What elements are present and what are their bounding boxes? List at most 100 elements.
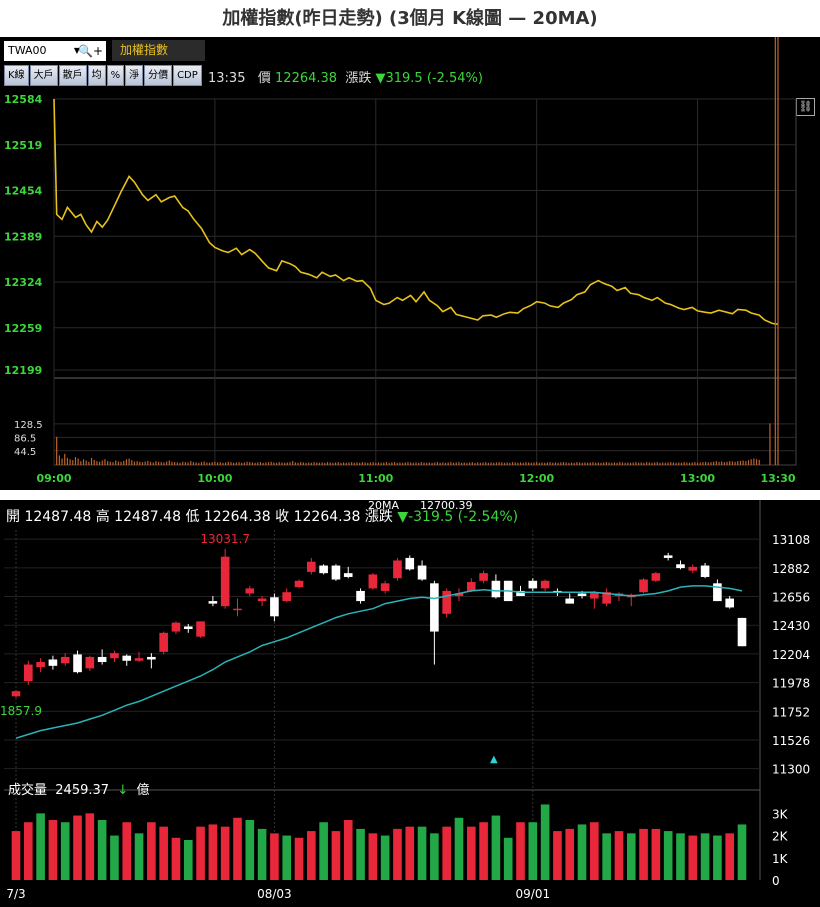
x-tick-label: 08/03 — [257, 887, 292, 901]
volume-bar — [208, 824, 218, 880]
candle-body — [319, 565, 328, 574]
close-value: 12264.38 — [293, 509, 361, 525]
volume-bar — [454, 817, 464, 880]
volume-bar — [319, 822, 328, 880]
volume-bar — [651, 828, 661, 880]
volume-bar — [171, 837, 181, 880]
y-tick-label: 11300 — [772, 763, 810, 777]
candle-body — [159, 632, 168, 652]
y-tick-label: 11526 — [772, 734, 810, 748]
volume-bar — [36, 813, 45, 880]
y-tick-label: 11752 — [772, 705, 810, 719]
candle-body — [134, 658, 144, 661]
volume-y-tick: 128.5 — [14, 420, 43, 431]
candle-body — [663, 555, 673, 558]
y-tick-label: 12259 — [4, 322, 42, 335]
volume-bar — [565, 828, 575, 880]
candle-body — [183, 626, 193, 630]
candle-body — [393, 560, 402, 579]
high-value: 12487.48 — [114, 509, 181, 525]
candle-body — [380, 583, 390, 591]
x-tick-label: 13:30 — [760, 472, 795, 485]
y-tick-label: 13108 — [772, 533, 810, 547]
candle-body — [208, 601, 218, 604]
volume-bar — [528, 822, 538, 880]
candle-body — [233, 608, 242, 611]
down-arrow-icon: ↓ — [117, 783, 129, 798]
volume-bar — [713, 835, 722, 880]
low-label: 低 — [185, 509, 200, 525]
candle-body — [368, 574, 378, 589]
candle-body — [405, 557, 415, 570]
candle-body — [294, 580, 304, 588]
open-label: 開 — [6, 509, 20, 525]
high-annotation: 13031.7 — [200, 532, 250, 546]
volume-bar — [233, 817, 242, 880]
volume-bar — [466, 826, 476, 880]
candle-body — [688, 566, 698, 571]
candle-body — [676, 564, 685, 569]
volume-bar — [159, 826, 168, 880]
volume-bar — [147, 822, 156, 880]
candle-body — [356, 590, 365, 602]
candle-body — [220, 556, 230, 607]
marker-triangle-icon: ▲ — [490, 754, 498, 765]
volume-bar — [663, 831, 673, 880]
candle-body — [577, 593, 587, 597]
candle-body — [343, 573, 353, 577]
volume-bar — [60, 822, 70, 880]
volume-bar — [183, 840, 193, 880]
volume-bar — [257, 828, 267, 880]
change-label: 漲跌 — [364, 509, 393, 525]
candle-body — [565, 598, 575, 604]
volume-bar — [430, 833, 439, 880]
candle-body — [23, 664, 33, 682]
candle-body — [48, 659, 58, 666]
candle-body — [528, 580, 538, 589]
volume-bar — [307, 831, 316, 880]
candle-body — [331, 565, 341, 580]
x-tick-label: 12:00 — [519, 472, 554, 485]
ma20-line — [15, 585, 743, 739]
low-annotation: 1857.9 — [0, 704, 42, 718]
x-tick-label: 11:00 — [358, 472, 393, 485]
volume-bar — [368, 833, 378, 880]
y-tick-label: 12882 — [772, 562, 810, 576]
candle-body — [245, 588, 255, 594]
y-tick-label: 12389 — [4, 230, 42, 243]
candle-body — [36, 662, 45, 668]
volume-bar — [737, 824, 747, 880]
volume-bar — [294, 837, 304, 880]
volume-bar — [540, 804, 550, 880]
volume-bar — [196, 826, 205, 880]
volume-bar — [688, 835, 698, 880]
volume-bar — [405, 826, 415, 880]
volume-value: 2459.37 — [55, 783, 110, 798]
candle-body — [11, 691, 21, 697]
volume-bar — [343, 820, 353, 880]
volume-bar — [626, 833, 636, 880]
volume-bar — [639, 828, 648, 880]
volume-bar — [393, 828, 402, 880]
candle-body — [73, 654, 82, 673]
intraday-panel: TWA00 ▼ 🔍+ 加權指數 K線 大戶 散戶 均 % 淨 分價 CDP 13… — [0, 37, 820, 490]
candle-body — [466, 582, 476, 591]
volume-bar — [270, 833, 279, 880]
volume-bar — [73, 815, 82, 880]
candle-body — [417, 565, 427, 580]
ohlc-header: 開 12487.48 高 12487.48 低 12264.38 收 12264… — [6, 506, 518, 526]
candle-body — [713, 583, 722, 602]
candle-body — [479, 573, 488, 581]
y-tick-label: 12430 — [772, 619, 810, 633]
x-tick-label: 09:00 — [36, 472, 71, 485]
candle-body — [270, 597, 279, 617]
candle-body — [307, 561, 316, 572]
intraday-chart: 12584 12519 12454 12389 12324 12259 12199 09:00… — [4, 37, 797, 485]
candle-body — [737, 617, 747, 647]
low-value: 12264.38 — [203, 509, 271, 525]
candle-body — [540, 580, 550, 589]
candle-body — [97, 656, 107, 663]
y-tick-label: 12584 — [4, 93, 43, 106]
volume-bar — [11, 831, 21, 880]
volume-bar — [331, 831, 341, 880]
